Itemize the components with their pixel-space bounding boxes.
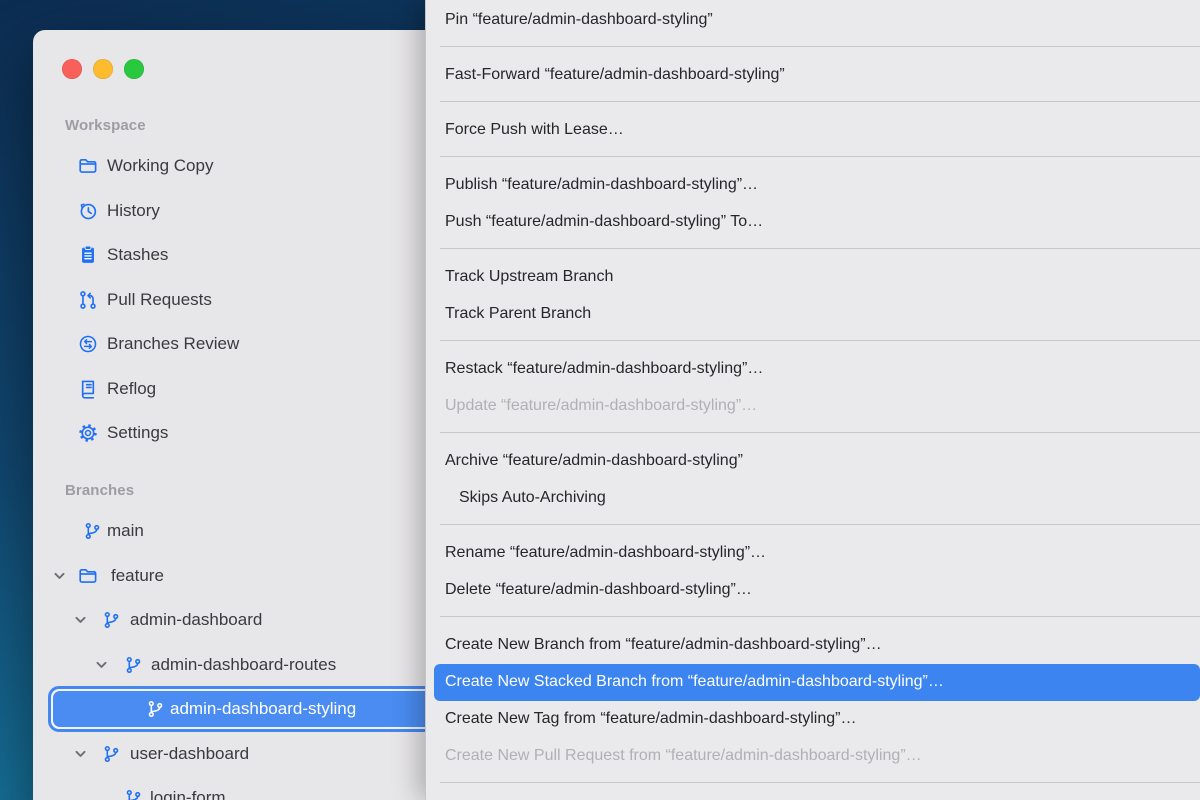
sidebar-item-branches-review[interactable]: Branches Review	[33, 322, 453, 367]
git-branch-icon	[82, 521, 103, 542]
menu-item-fast-forward[interactable]: Fast-Forward “feature/admin-dashboard-st…	[426, 57, 1200, 94]
workspace-section-title: Workspace	[65, 117, 146, 134]
menu-item-pin[interactable]: Pin “feature/admin-dashboard-styling”	[426, 2, 1200, 39]
branch-row-user-dashboard[interactable]: user-dashboard	[33, 732, 453, 777]
branch-label: admin-dashboard	[130, 610, 262, 630]
sidebar-item-label: History	[107, 201, 160, 221]
branch-context-menu: Pin “feature/admin-dashboard-styling” Fa…	[425, 0, 1200, 800]
sidebar-item-stashes[interactable]: Stashes	[33, 233, 453, 278]
chevron-down-icon[interactable]	[94, 657, 109, 672]
git-branch-icon	[101, 610, 122, 631]
branches-tree: main feature admin-dashboard	[33, 509, 453, 800]
sidebar-item-working-copy[interactable]: Working Copy	[33, 144, 453, 189]
git-branch-icon	[101, 743, 122, 764]
sidebar-item-pull-requests[interactable]: Pull Requests	[33, 278, 453, 323]
history-icon	[77, 200, 99, 222]
branch-label: feature	[111, 566, 164, 586]
sidebar-item-label: Working Copy	[107, 156, 213, 176]
clipboard-icon	[77, 244, 99, 266]
sidebar-item-settings[interactable]: Settings	[33, 411, 453, 456]
gear-icon	[77, 422, 99, 444]
sidebar-item-label: Branches Review	[107, 334, 239, 354]
menu-item-create-new-stacked-branch[interactable]: Create New Stacked Branch from “feature/…	[434, 664, 1200, 701]
menu-item-delete[interactable]: Delete “feature/admin-dashboard-styling”…	[426, 572, 1200, 609]
branch-row-main[interactable]: main	[33, 509, 453, 554]
menu-item-skips-auto-archiving[interactable]: Skips Auto-Archiving	[426, 480, 1200, 517]
menu-separator	[440, 46, 1200, 47]
workspace-list: Working Copy History Stashes Pull Reques…	[33, 144, 453, 456]
chevron-down-icon[interactable]	[73, 746, 88, 761]
menu-item-create-new-branch[interactable]: Create New Branch from “feature/admin-da…	[426, 627, 1200, 664]
branch-label: admin-dashboard-styling	[170, 699, 356, 719]
book-icon	[77, 378, 99, 400]
menu-item-push-to[interactable]: Push “feature/admin-dashboard-styling” T…	[426, 204, 1200, 241]
branches-review-icon	[77, 333, 99, 355]
menu-item-track-upstream-branch[interactable]: Track Upstream Branch	[426, 259, 1200, 296]
sidebar-item-label: Reflog	[107, 379, 156, 399]
sidebar-item-label: Settings	[107, 423, 168, 443]
branch-row-admin-dashboard-routes[interactable]: admin-dashboard-routes	[33, 643, 453, 688]
branch-label: user-dashboard	[130, 744, 249, 764]
chevron-down-icon[interactable]	[73, 613, 88, 628]
zoom-button[interactable]	[124, 59, 144, 79]
branch-row-login-form[interactable]: login-form	[33, 776, 453, 800]
sidebar-item-label: Pull Requests	[107, 290, 212, 310]
git-branch-icon	[123, 654, 144, 675]
minimize-button[interactable]	[93, 59, 113, 79]
menu-separator	[440, 156, 1200, 157]
menu-item-publish[interactable]: Publish “feature/admin-dashboard-styling…	[426, 167, 1200, 204]
git-branch-icon	[123, 788, 144, 800]
folder-icon	[77, 565, 99, 587]
menu-separator	[440, 248, 1200, 249]
menu-item-create-new-tag[interactable]: Create New Tag from “feature/admin-dashb…	[426, 701, 1200, 738]
menu-separator	[440, 432, 1200, 433]
close-button[interactable]	[62, 59, 82, 79]
menu-separator	[440, 782, 1200, 783]
branch-row-admin-dashboard-styling[interactable]: admin-dashboard-styling	[33, 687, 453, 732]
menu-separator	[440, 101, 1200, 102]
menu-item-restack[interactable]: Restack “feature/admin-dashboard-styling…	[426, 351, 1200, 388]
menu-item-update: Update “feature/admin-dashboard-styling”…	[426, 388, 1200, 425]
sidebar-item-history[interactable]: History	[33, 189, 453, 234]
sidebar-item-reflog[interactable]: Reflog	[33, 367, 453, 412]
branch-label: main	[107, 521, 144, 541]
menu-item-rename[interactable]: Rename “feature/admin-dashboard-styling”…	[426, 535, 1200, 572]
menu-item-archive[interactable]: Archive “feature/admin-dashboard-styling…	[426, 443, 1200, 480]
menu-separator	[440, 616, 1200, 617]
chevron-down-icon[interactable]	[52, 568, 67, 583]
folder-icon	[77, 155, 99, 177]
branch-row-feature[interactable]: feature	[33, 554, 453, 599]
sidebar-item-label: Stashes	[107, 245, 168, 265]
branches-section-title: Branches	[65, 482, 134, 499]
menu-item-track-parent-branch[interactable]: Track Parent Branch	[426, 296, 1200, 333]
pull-request-icon	[77, 289, 99, 311]
branch-row-admin-dashboard[interactable]: admin-dashboard	[33, 598, 453, 643]
branch-label: admin-dashboard-routes	[151, 655, 336, 675]
menu-item-create-new-pull-request: Create New Pull Request from “feature/ad…	[426, 738, 1200, 775]
menu-separator	[440, 524, 1200, 525]
traffic-lights	[62, 59, 144, 79]
git-branch-icon	[145, 699, 166, 720]
menu-item-force-push-with-lease[interactable]: Force Push with Lease…	[426, 112, 1200, 149]
branch-label: login-form	[150, 788, 226, 800]
menu-separator	[440, 340, 1200, 341]
